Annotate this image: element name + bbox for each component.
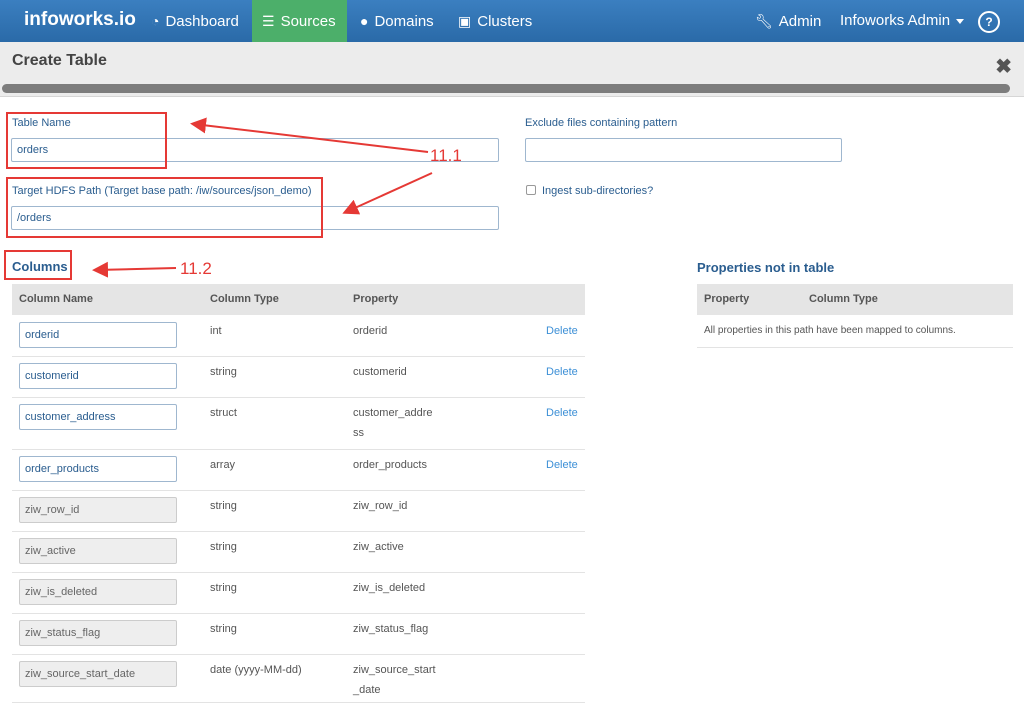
delete-link[interactable]: Delete: [546, 407, 578, 419]
column-property: customerid: [353, 362, 407, 382]
table-row: string ziw_row_id: [12, 490, 585, 532]
column-property-line: ziw_active: [353, 541, 404, 553]
delete-link[interactable]: Delete: [546, 366, 578, 378]
th-column-name: Column Name: [19, 293, 93, 305]
column-name-input[interactable]: [19, 579, 177, 605]
column-property-line: customer_addre: [353, 407, 433, 419]
arrow-to-columns: [92, 261, 177, 278]
column-property: ziw_active: [353, 537, 404, 557]
column-type: string: [210, 623, 237, 635]
table-row: string ziw_status_flag: [12, 613, 585, 655]
column-name-input[interactable]: [19, 456, 177, 482]
column-property: order_products: [353, 455, 427, 475]
column-type: string: [210, 366, 237, 378]
columns-table-header: Column Name Column Type Property: [12, 284, 585, 315]
delete-link[interactable]: Delete: [546, 459, 578, 471]
arrow-to-table-name: [190, 117, 429, 153]
column-name-input[interactable]: [19, 620, 177, 646]
column-property-line: ss: [353, 427, 364, 439]
table-row: array order_products Delete: [12, 449, 585, 491]
column-property-line: order_products: [353, 459, 427, 471]
column-property: orderid: [353, 321, 387, 341]
column-property: ziw_source_start _date: [353, 660, 436, 700]
table-row: string ziw_active: [12, 531, 585, 573]
columns-title: Columns: [12, 259, 68, 274]
column-type: struct: [210, 407, 237, 419]
column-type: string: [210, 500, 237, 512]
column-property-line: ziw_source_start: [353, 664, 436, 676]
column-type: date (yyyy-MM-dd): [210, 664, 302, 676]
column-property: ziw_is_deleted: [353, 578, 425, 598]
column-name-input[interactable]: [19, 661, 177, 687]
table-row: date (yyyy-MM-dd) ziw_source_start _date: [12, 654, 585, 703]
props-empty-message: All properties in this path have been ma…: [704, 325, 956, 336]
column-property-line: _date: [353, 684, 381, 696]
table-row: string ziw_is_deleted: [12, 572, 585, 614]
column-name-input[interactable]: [19, 363, 177, 389]
delete-link[interactable]: Delete: [546, 325, 578, 337]
column-property: ziw_row_id: [353, 496, 407, 516]
column-property: customer_address: [353, 403, 433, 443]
th-prop-property: Property: [704, 293, 750, 305]
column-type: int: [210, 325, 222, 337]
th-column-type: Column Type: [210, 293, 279, 305]
table-row: int orderid Delete: [12, 315, 585, 357]
column-type: array: [210, 459, 236, 471]
props-divider: [697, 347, 1013, 348]
column-property-line: orderid: [353, 325, 388, 337]
column-property-line: ziw_status_flag: [353, 623, 429, 635]
column-property: ziw_status_flag: [353, 619, 428, 639]
props-table-header: Property Column Type: [697, 284, 1013, 315]
column-name-input[interactable]: [19, 538, 177, 564]
column-name-input[interactable]: [19, 404, 177, 430]
arrow-to-hdfs-path: [342, 172, 433, 215]
props-title: Properties not in table: [697, 260, 835, 275]
column-property-line: customerid: [353, 366, 407, 378]
column-property-line: ziw_is_deleted: [353, 582, 426, 594]
th-property: Property: [353, 293, 399, 305]
th-prop-column-type: Column Type: [809, 293, 878, 305]
column-name-input[interactable]: [19, 497, 177, 523]
column-type: string: [210, 541, 237, 553]
column-type: string: [210, 582, 237, 594]
table-row: string customerid Delete: [12, 356, 585, 398]
column-property-line: ziw_row_id: [353, 500, 408, 512]
table-row: struct customer_address Delete: [12, 397, 585, 450]
column-name-input[interactable]: [19, 322, 177, 348]
